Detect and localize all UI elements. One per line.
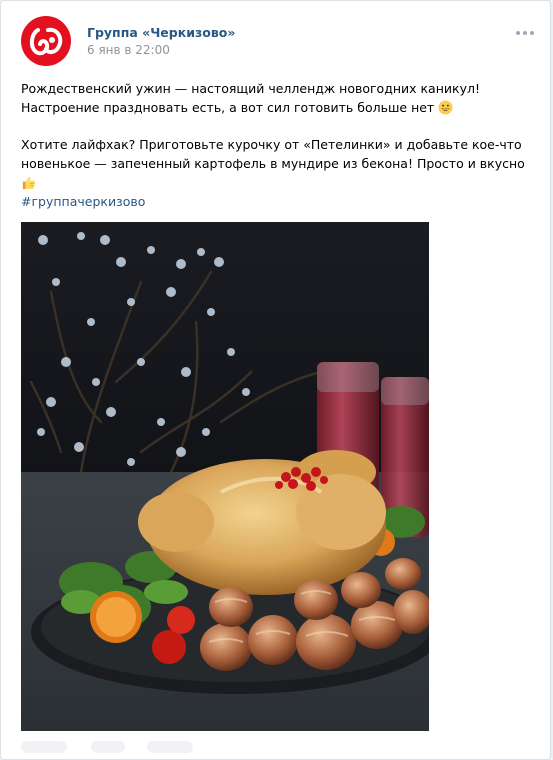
post-paragraph-2: Хотите лайфхак? Приготовьте курочку от «… (21, 135, 533, 192)
share-button[interactable] (147, 741, 193, 753)
like-button[interactable] (21, 741, 67, 753)
roast-chicken-photo-image (21, 222, 429, 731)
comment-button[interactable] (91, 741, 125, 753)
post-paragraph-2-text: Хотите лайфхак? Приготовьте курочку от «… (21, 137, 525, 171)
post-paragraph-1: Рождественский ужин — настоящий челлендж… (21, 79, 533, 117)
post-photo[interactable] (21, 222, 429, 731)
group-avatar[interactable] (21, 16, 71, 66)
post-paragraph-1-text: Рождественский ужин — настоящий челлендж… (21, 81, 480, 115)
more-options-icon[interactable] (516, 26, 536, 40)
post-text: Рождественский ужин — настоящий челлендж… (21, 79, 533, 192)
post-header: Группа «Черкизово» 6 янв в 22:00 (21, 16, 536, 68)
grinning-face-icon (438, 100, 453, 115)
thumbs-up-icon (22, 176, 36, 190)
hashtag-link[interactable]: #группачеркизово (21, 194, 145, 209)
cherkizovo-logo-icon (29, 27, 63, 56)
post-date-link[interactable]: 6 янв в 22:00 (87, 43, 170, 57)
post-card: Группа «Черкизово» 6 янв в 22:00 Рождест… (0, 0, 551, 760)
post-author-link[interactable]: Группа «Черкизово» (87, 25, 235, 40)
